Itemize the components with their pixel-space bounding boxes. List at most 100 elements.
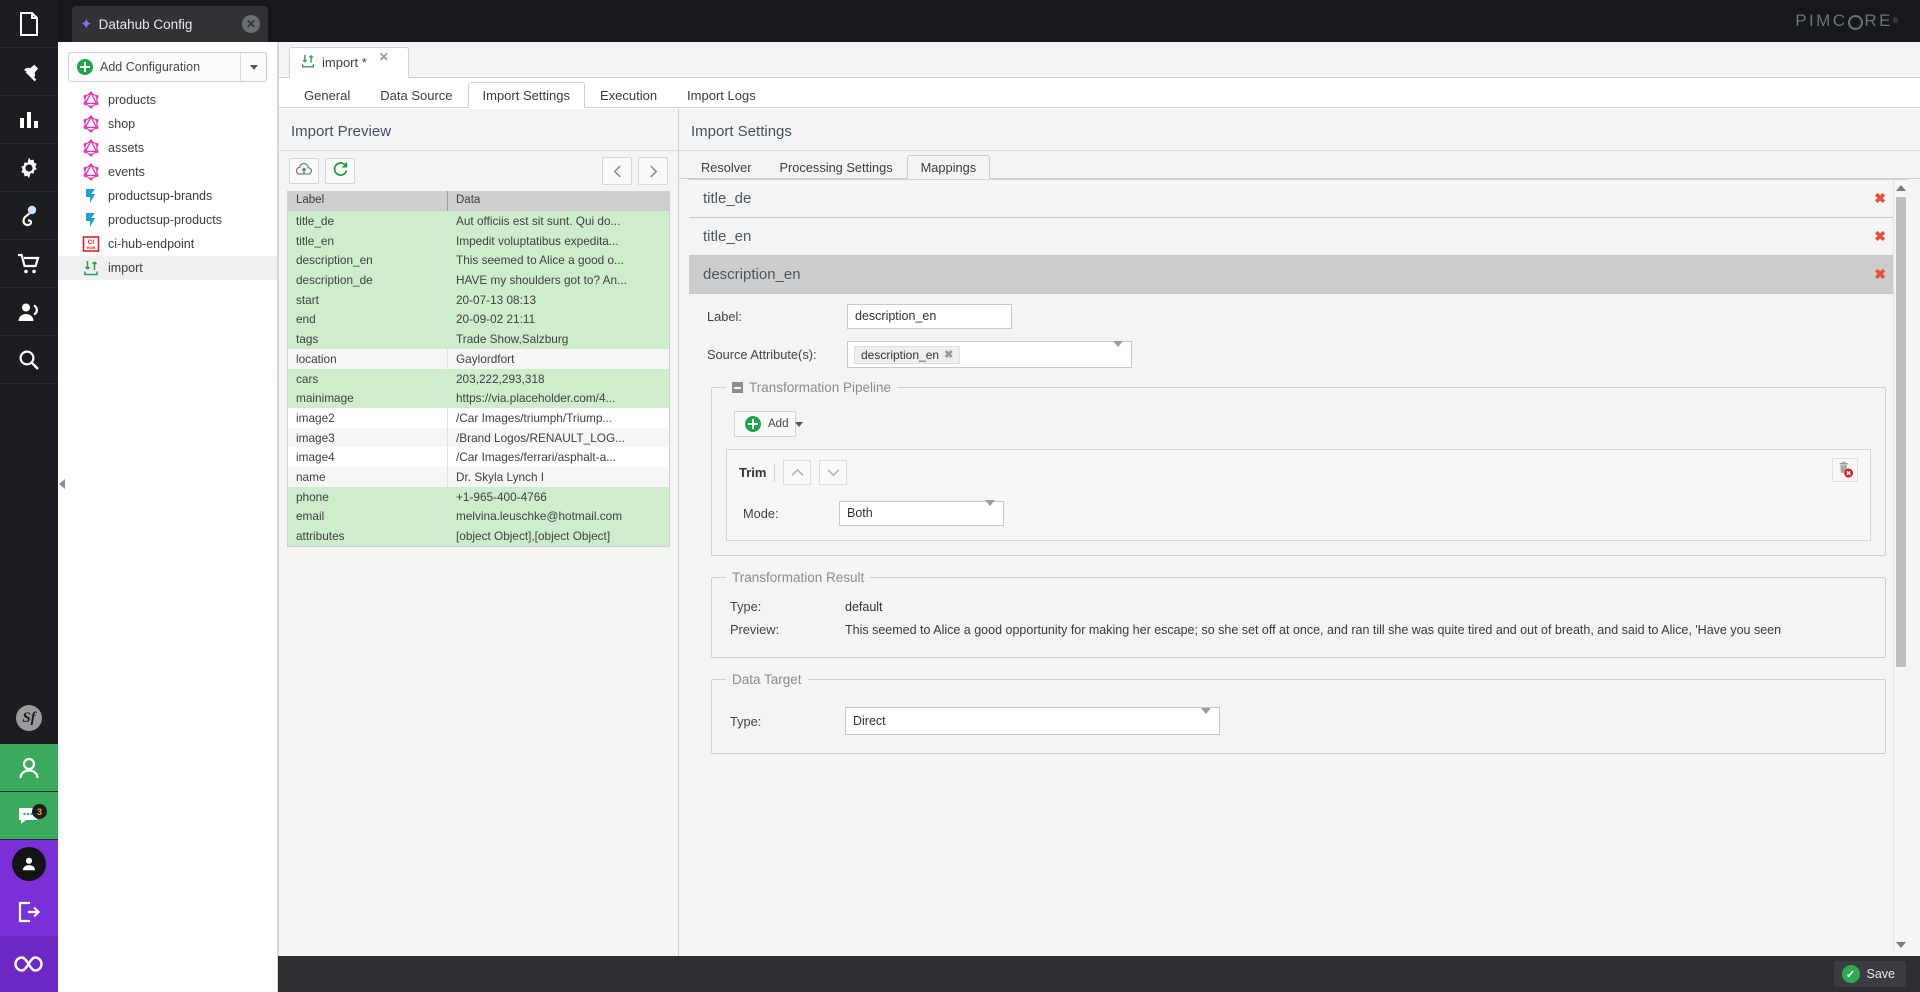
table-row[interactable]: email melvina.leuschke@hotmail.com (288, 506, 669, 526)
mapping-list: title_de ✖ title_en ✖ description_en ✖ L… (689, 179, 1908, 952)
pimcore-logo: PIMC RE ® (1795, 11, 1898, 31)
sidebar-item-profile[interactable] (0, 744, 58, 792)
collapse-toggle-icon[interactable] (732, 382, 743, 393)
cell-data: https://via.placeholder.com/4... (456, 391, 616, 406)
tree-item-import[interactable]: import (58, 256, 277, 280)
bottom-toolbar: ✓ Save (278, 956, 1920, 992)
remove-mapping-button[interactable]: ✖ (1874, 190, 1886, 207)
tab-mappings[interactable]: Mappings (906, 155, 991, 179)
sidebar-item-tools[interactable] (0, 48, 58, 96)
tree-item-products[interactable]: products (58, 88, 277, 112)
data-target-type-select[interactable]: Direct (845, 707, 1220, 735)
document-tab-import[interactable]: import * ✕ (289, 47, 409, 78)
move-up-button[interactable] (783, 460, 812, 485)
source-attribute-tag[interactable]: description_en ✖ (854, 345, 961, 364)
add-configuration-dropdown[interactable] (240, 53, 266, 81)
table-row[interactable]: phone +1-965-400-4766 (288, 486, 669, 507)
upload-preview-button[interactable] (289, 158, 319, 184)
sidebar-item-user[interactable] (0, 840, 58, 888)
save-button[interactable]: ✓ Save (1833, 961, 1906, 987)
close-icon[interactable]: ✕ (242, 15, 260, 33)
result-preview-row: Preview: This seemed to Alice a good opp… (730, 622, 1871, 637)
grid-column-header-data[interactable]: Data (448, 191, 669, 211)
tab-resolver[interactable]: Resolver (687, 155, 766, 179)
mapping-list-scrollbar[interactable] (1893, 180, 1908, 952)
tree-item-events[interactable]: events (58, 160, 277, 184)
table-row[interactable]: start 20-07-13 08:13 (288, 289, 669, 310)
table-row[interactable]: image3 /Brand Logos/RENAULT_LOG... (288, 427, 669, 448)
tree-item-assets[interactable]: assets (58, 136, 277, 160)
source-attribute-label: Source Attribute(s): (707, 347, 817, 362)
tree-item-ci-hub-endpoint[interactable]: CI HUB ci-hub-endpoint (58, 232, 277, 256)
close-icon[interactable]: ✕ (379, 50, 389, 64)
mode-select[interactable]: Both (839, 500, 1004, 526)
table-row[interactable]: image2 /Car Images/triumph/Triump... (288, 407, 669, 428)
source-attribute-field[interactable]: description_en ✖ (847, 341, 1132, 368)
scrollbar-thumb[interactable] (1896, 197, 1906, 667)
sidebar-item-logout[interactable] (0, 888, 58, 936)
table-row[interactable]: name Dr. Skyla Lynch I (288, 466, 669, 487)
tab-data-source[interactable]: Data Source (365, 82, 467, 108)
mapping-title: description_en (703, 266, 801, 283)
transformation-pipeline-legend-label: Transformation Pipeline (749, 380, 892, 395)
preview-next-button[interactable] (638, 157, 668, 185)
tree-item-productsup-products[interactable]: productsup-products (58, 208, 277, 232)
sidebar-item-documents[interactable] (0, 0, 58, 48)
move-down-button[interactable] (819, 460, 848, 485)
remove-tag-icon[interactable]: ✖ (944, 348, 953, 361)
table-row[interactable]: description_de HAVE my shoulders got to?… (288, 270, 669, 290)
chevron-down-icon[interactable] (1113, 341, 1123, 362)
check-icon: ✓ (1841, 965, 1860, 983)
tree-item-productsup-brands[interactable]: productsup-brands (58, 184, 277, 208)
symfony-toolbar-button[interactable]: Sf (0, 692, 58, 744)
delete-transformation-button[interactable] (1832, 458, 1858, 482)
table-row[interactable]: title_de Aut officiis est sit sunt. Qui … (288, 211, 669, 231)
sidebar-item-datahub[interactable] (0, 936, 58, 992)
mapping-header-title-de[interactable]: title_de ✖ (689, 180, 1908, 218)
result-type-row: Type: default (730, 599, 1871, 614)
scroll-down-button[interactable] (1894, 937, 1908, 952)
scroll-up-button[interactable] (1894, 180, 1908, 195)
mapping-header-title-en[interactable]: title_en ✖ (689, 218, 1908, 256)
refresh-preview-button[interactable] (325, 158, 355, 184)
cloud-upload-icon (295, 162, 313, 180)
tab-import-logs[interactable]: Import Logs (672, 82, 771, 108)
panel-collapse-handle[interactable] (58, 470, 66, 498)
table-row[interactable]: mainimage https://via.placeholder.com/4.… (288, 388, 669, 408)
table-row[interactable]: location Gaylordfort (288, 348, 669, 369)
tab-general[interactable]: General (289, 82, 365, 108)
table-row[interactable]: end 20-09-02 21:11 (288, 309, 669, 330)
result-type-value: default (845, 599, 883, 614)
import-preview-title: Import Preview (279, 109, 678, 151)
table-row[interactable]: attributes [object Object],[object Objec… (288, 526, 669, 546)
tree-item-shop[interactable]: shop (58, 112, 277, 136)
tab-import-settings[interactable]: Import Settings (467, 82, 585, 108)
sidebar-item-marketing[interactable] (0, 192, 58, 240)
tab-processing-settings[interactable]: Processing Settings (766, 155, 907, 179)
sidebar-item-search[interactable] (0, 336, 58, 384)
table-row[interactable]: tags Trade Show,Salzburg (288, 329, 669, 349)
main-content: import * ✕ General Data Source Import Se… (278, 42, 1920, 956)
tab-execution[interactable]: Execution (585, 82, 672, 108)
preview-prev-button[interactable] (602, 157, 632, 185)
mapping-title: title_de (703, 190, 752, 207)
table-row[interactable]: cars 203,222,293,318 (288, 368, 669, 389)
sidebar-item-ecommerce[interactable] (0, 240, 58, 288)
remove-mapping-button[interactable]: ✖ (1874, 266, 1886, 283)
table-row[interactable]: description_en This seemed to Alice a go… (288, 250, 669, 271)
label-input[interactable]: description_en (847, 304, 1012, 329)
mapping-header-description-en[interactable]: description_en ✖ (689, 256, 1908, 294)
datahub-config-window-tab[interactable]: ✦ Datahub Config ✕ (72, 6, 268, 42)
sidebar-item-notifications[interactable]: 3 (0, 792, 58, 840)
add-configuration-button[interactable]: Add Configuration (69, 53, 240, 81)
add-transformation-button[interactable]: Add (734, 411, 804, 437)
grid-column-header-label[interactable]: Label (288, 191, 448, 211)
table-row[interactable]: image4 /Car Images/ferrari/asphalt-a... (288, 447, 669, 467)
remove-mapping-button[interactable]: ✖ (1874, 228, 1886, 245)
sidebar-item-reports[interactable] (0, 96, 58, 144)
sidebar-item-settings[interactable] (0, 144, 58, 192)
cell-data: melvina.leuschke@hotmail.com (456, 509, 623, 524)
sidebar-item-customers[interactable] (0, 288, 58, 336)
table-row[interactable]: title_en Impedit voluptatibus expedita..… (288, 230, 669, 251)
cell-label: description_de (288, 270, 448, 290)
